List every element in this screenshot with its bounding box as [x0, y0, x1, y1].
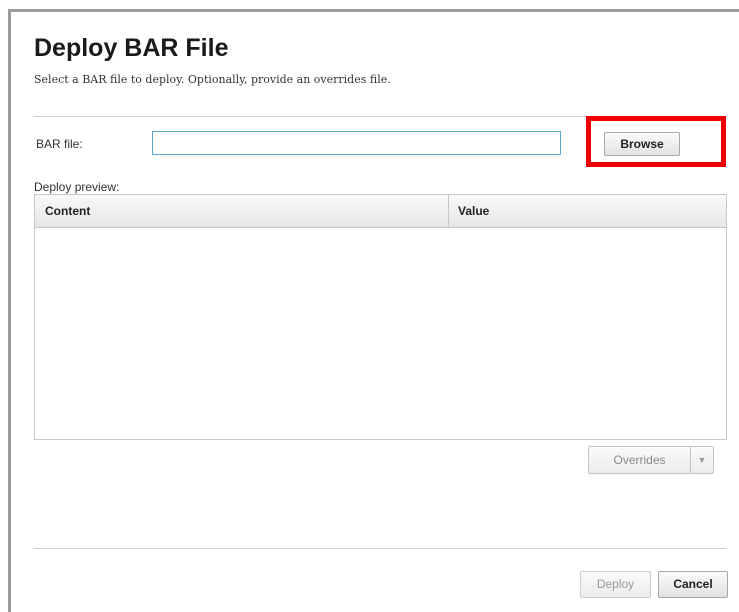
bar-file-input[interactable]: [152, 131, 561, 155]
chevron-down-icon[interactable]: ▼: [691, 447, 713, 473]
cancel-button[interactable]: Cancel: [658, 571, 728, 598]
dialog-subtitle: Select a BAR file to deploy. Optionally,…: [34, 73, 391, 86]
deploy-button[interactable]: Deploy: [580, 571, 651, 598]
dialog-left-border: [8, 9, 11, 612]
dialog-top-border: [8, 9, 739, 12]
deploy-preview-table: Content Value: [34, 194, 727, 440]
column-header-value[interactable]: Value: [458, 195, 489, 227]
column-header-content[interactable]: Content: [45, 195, 90, 227]
overrides-label[interactable]: Overrides: [589, 447, 690, 473]
overrides-dropdown-button[interactable]: Overrides ▼: [588, 446, 714, 474]
table-header: Content Value: [35, 195, 726, 228]
dialog-title: Deploy BAR File: [34, 34, 229, 62]
bar-file-label: BAR file:: [36, 137, 83, 151]
deploy-preview-label: Deploy preview:: [34, 180, 120, 194]
column-separator[interactable]: [448, 195, 449, 227]
deploy-bar-dialog: Deploy BAR File Select a BAR file to dep…: [0, 0, 739, 612]
browse-button[interactable]: Browse: [604, 132, 680, 156]
footer-divider: [34, 548, 726, 549]
